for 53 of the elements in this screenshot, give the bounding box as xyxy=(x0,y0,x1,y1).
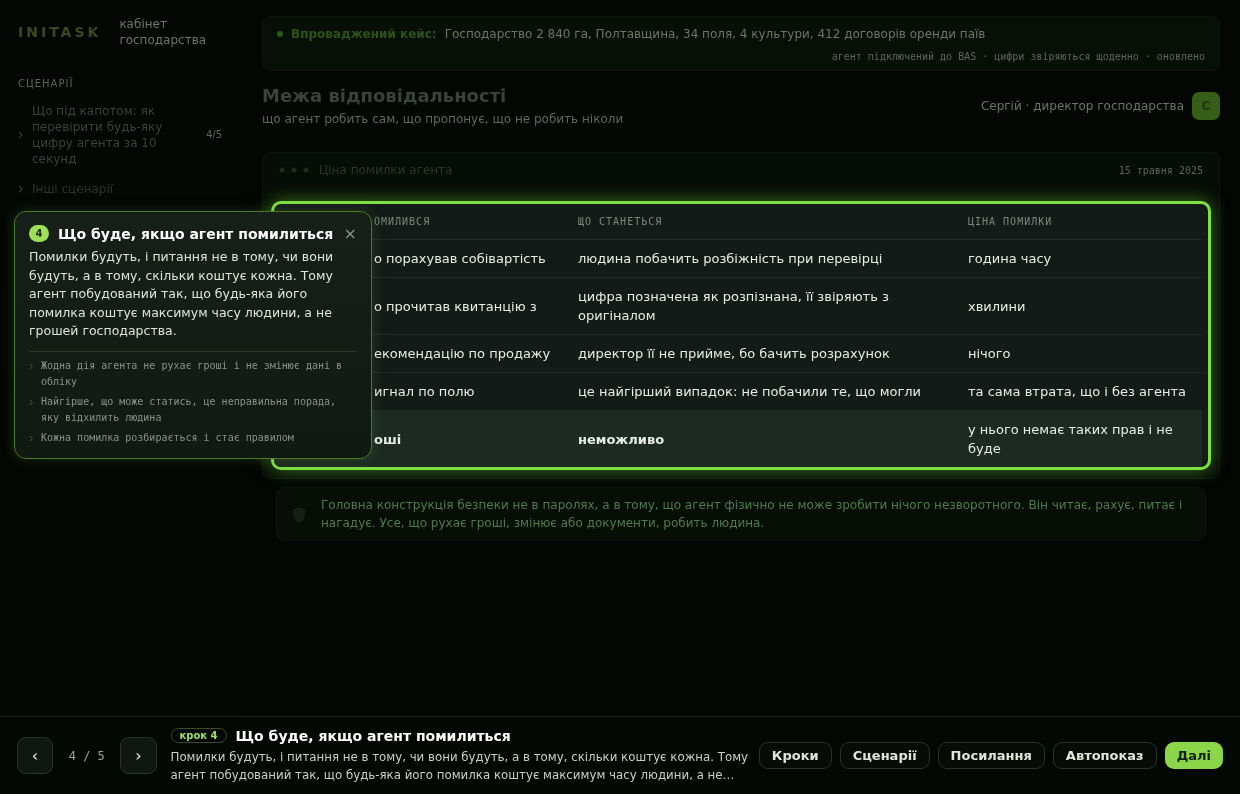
window-dots-icon xyxy=(279,167,309,173)
table-cell: екомендацію по продажу xyxy=(374,346,551,361)
popover-point: Найгірше, що може статись, це неправильна порада, яку відхилить людина xyxy=(41,394,337,425)
popover-title: Що буде, якщо агент помилиться xyxy=(58,225,335,242)
footer-button[interactable]: Автопоказ xyxy=(1052,742,1157,769)
card-date: 15 травня 2025 xyxy=(1118,164,1203,176)
status-dot xyxy=(277,31,283,37)
page-title: Межа відповідальності xyxy=(262,85,508,106)
page-subtitle: що агент робить сам, що пропонує, що не робить ніколи xyxy=(262,112,624,126)
footer-button[interactable]: Сценарії xyxy=(839,742,930,769)
banner-meta: агент підключений до BAS · цифри звіряються щоденно · оновлено xyxy=(830,51,1205,62)
table-cell: игнал по полю xyxy=(374,384,475,399)
table-cell: цифра позначена як розпізнана, її звіряють з оригіналом xyxy=(578,289,889,323)
next-button[interactable]: › xyxy=(120,737,157,774)
table-cell: хвилини xyxy=(968,298,1026,314)
chevron-icon xyxy=(18,185,24,193)
table-cell: людина побачить розбіжність при перевірці xyxy=(578,251,883,266)
table-cell: година часу xyxy=(968,251,1052,266)
table-cell: директор її не прийме, бо бачить розрахунок xyxy=(578,346,890,361)
table-cell: нічого xyxy=(968,346,1011,361)
close-button[interactable]: × xyxy=(343,225,357,242)
popover-point: Кожна помилка розбирається і стає правилом xyxy=(41,430,294,445)
step-description: Помилки будуть, і питання не в тому, чи вони будуть, а в тому, скільки коштує кожна. Тому агент побудований так, що будь-яка його помилка коштує максимум часу людини, а не… xyxy=(170,748,750,784)
step-counter: 4 / 5 xyxy=(67,748,106,763)
column-header: ЩО СТАНЕТЬСЯ xyxy=(578,216,663,227)
chevron-icon xyxy=(29,362,34,370)
table-cell: це найгірший випадок: не побачили те, що могли xyxy=(578,384,921,399)
workspace-name: кабінет господарства xyxy=(119,16,208,48)
user-name: Сергій · директор господарства xyxy=(980,98,1184,113)
chevron-icon xyxy=(29,434,34,442)
table-cell: о прочитав квитанцію з xyxy=(374,298,537,314)
chevron-icon xyxy=(18,131,24,139)
chevron-icon xyxy=(29,398,34,406)
previous-button[interactable]: ‹ xyxy=(17,737,54,774)
banner-text: Господарство 2 840 га, Полтавщина, 34 поля, 4 культури, 412 договорів оренди паїв xyxy=(444,27,986,41)
footer-button[interactable]: Далі xyxy=(1164,742,1223,769)
note-text: Головна конструкція безпеки не в паролях, а в тому, що агент фізично не може зробити нічого незворотного. Він читає, рахує, питає і нагадує. Усе, що рухає гроші, змінює або документи, робить людина. xyxy=(321,497,1184,532)
table-cell: о порахував собівартість xyxy=(374,251,546,266)
section-heading: СЦЕНАРІЇ xyxy=(18,78,75,89)
step-badge: 4 xyxy=(29,225,49,242)
table-cell: неможливо xyxy=(578,431,665,447)
table-cell: у нього немає таких прав і не буде xyxy=(968,422,1173,456)
footer-button[interactable]: Кроки xyxy=(758,742,832,769)
table-cell: оші xyxy=(374,431,402,447)
column-header: ОМИЛИВСЯ xyxy=(374,216,431,227)
logo: INITASK xyxy=(18,24,102,40)
table-cell: та сама втрата, що і без агента xyxy=(968,384,1186,399)
popover-text: Помилки будуть, і питання не в тому, чи вони будуть, а в тому, скільки коштує кожна. Тому агент побудований так, що будь-яка його помилка коштує максимум часу людини, а не грошей господарства. xyxy=(29,248,335,340)
footer-button[interactable]: Посилання xyxy=(937,742,1045,769)
column-header: ЦІНА ПОМИЛКИ xyxy=(968,216,1053,227)
popover-point: Жодна дія агента не рухає гроші і не змінює дані в обліку xyxy=(41,358,344,389)
step-title: Що буде, якщо агент помилиться xyxy=(235,727,511,744)
banner-label: Впроваджений кейс: xyxy=(291,27,437,41)
